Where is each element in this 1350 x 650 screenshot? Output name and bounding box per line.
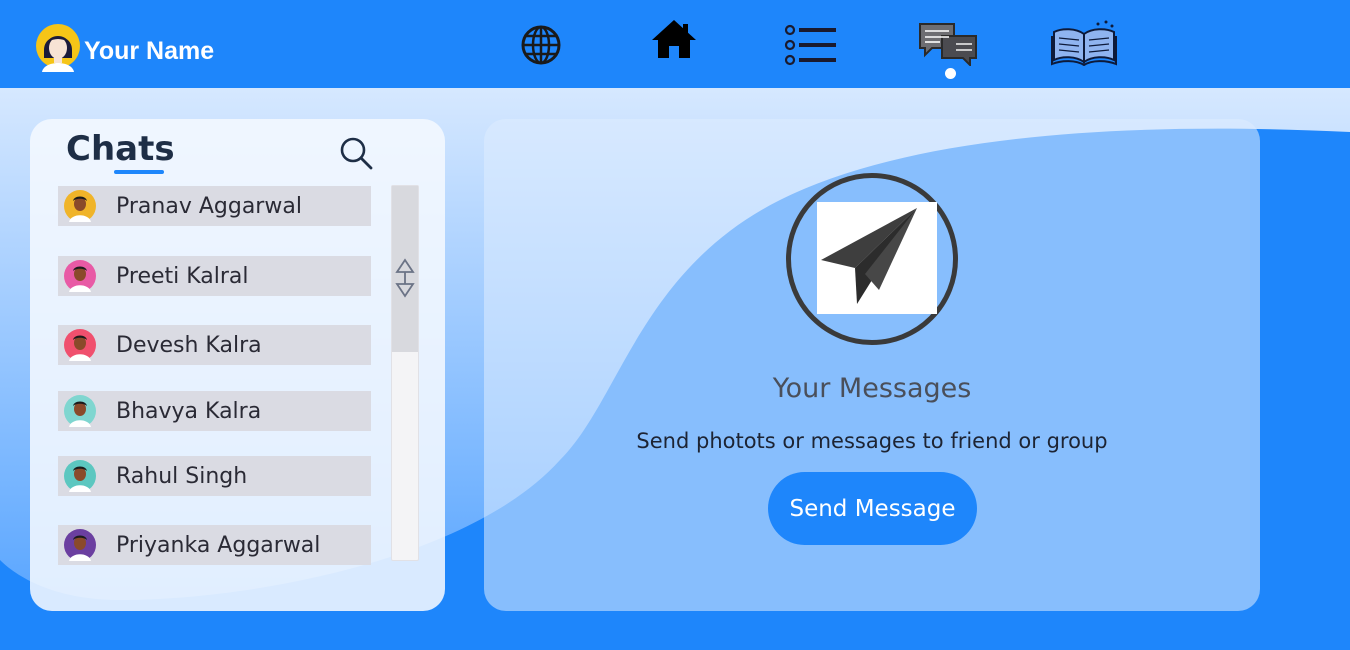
contact-avatar-icon [64, 395, 96, 427]
list-icon[interactable] [784, 24, 838, 66]
contact-avatar-icon [64, 260, 96, 292]
chat-list-item[interactable]: Pranav Aggarwal [58, 186, 371, 226]
contact-avatar-icon [64, 329, 96, 361]
contact-avatar-icon [64, 190, 96, 222]
contact-name: Devesh Kalra [116, 332, 262, 358]
chat-list-scrollbar[interactable] [391, 185, 419, 561]
globe-icon[interactable] [520, 24, 562, 66]
home-icon[interactable] [650, 18, 698, 60]
messages-subtitle: Send photots or messages to friend or gr… [636, 429, 1108, 453]
messages-panel: Your Messages Send photots or messages t… [484, 119, 1260, 611]
search-icon[interactable] [338, 135, 374, 171]
chat-list-item[interactable]: Rahul Singh [58, 456, 371, 496]
chats-panel: Chats Pranav Aggarwal Preeti Kalral Devesh… [30, 119, 445, 611]
chat-list-item[interactable]: Priyanka Aggarwal [58, 525, 371, 565]
chats-title: Chats [66, 129, 175, 169]
contact-avatar-icon [64, 529, 96, 561]
chat-list-item[interactable]: Preeti Kalral [58, 256, 371, 296]
chats-title-underline [114, 170, 164, 174]
chat-list-item[interactable]: Bhavya Kalra [58, 391, 371, 431]
user-profile[interactable]: Your Name [36, 22, 214, 72]
scroll-arrows-icon [395, 258, 415, 298]
send-message-button[interactable]: Send Message [768, 472, 977, 545]
top-bar: Your Name [0, 0, 1350, 88]
paper-plane-badge [786, 173, 958, 345]
chat-list-item[interactable]: Devesh Kalra [58, 325, 371, 365]
book-icon[interactable] [1050, 20, 1118, 66]
user-avatar-icon [36, 24, 80, 72]
contact-name: Pranav Aggarwal [116, 193, 302, 219]
contact-name: Bhavya Kalra [116, 398, 262, 424]
paper-plane-icon [821, 208, 917, 304]
active-tab-indicator [945, 68, 956, 79]
contact-name: Preeti Kalral [116, 263, 249, 289]
messages-title: Your Messages [772, 373, 972, 404]
chat-bubbles-icon[interactable] [918, 22, 978, 66]
contact-avatar-icon [64, 460, 96, 492]
paper-plane-frame [817, 202, 937, 314]
contact-name: Priyanka Aggarwal [116, 532, 321, 558]
user-name: Your Name [84, 36, 215, 65]
contact-name: Rahul Singh [116, 463, 248, 489]
scrollbar-thumb[interactable] [392, 186, 418, 352]
